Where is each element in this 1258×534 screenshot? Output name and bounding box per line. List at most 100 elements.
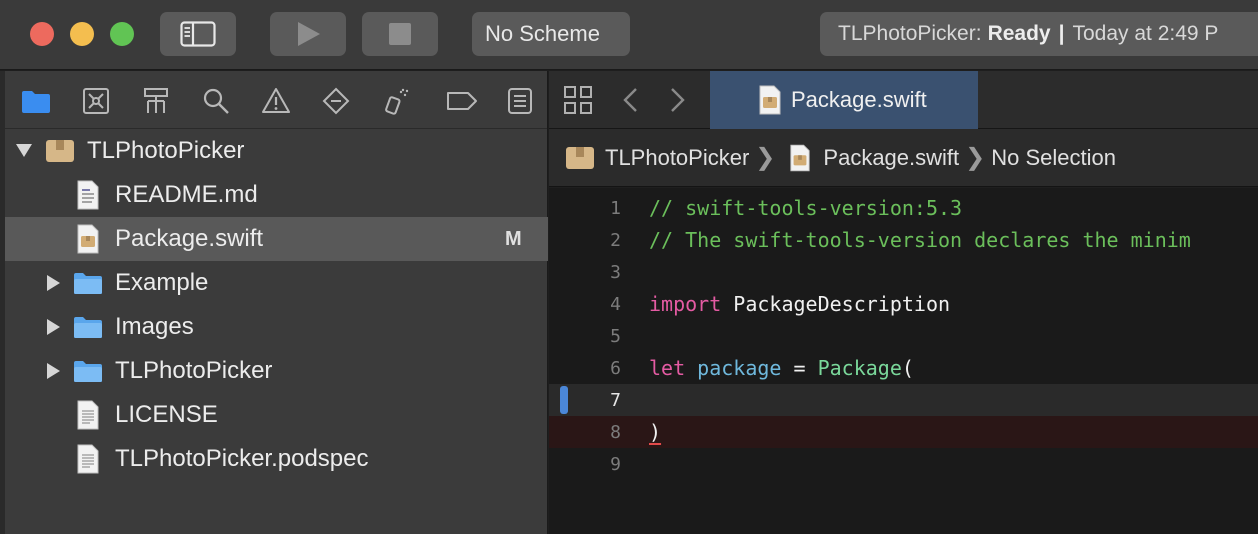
code-text: let package = Package( [649, 356, 914, 380]
tree-item-label: Example [115, 269, 209, 296]
chevron-left-icon[interactable] [619, 85, 643, 115]
tab-breakpoint-navigator[interactable] [445, 86, 479, 116]
package-icon [566, 146, 594, 169]
zoom-window-button[interactable] [110, 22, 134, 46]
code-line-error[interactable]: 8 ) [549, 416, 1258, 448]
minimize-window-button[interactable] [70, 22, 94, 46]
tree-row-tlphotopicker-folder[interactable]: TLPhotoPicker [5, 349, 548, 393]
code-area[interactable]: 1 // swift-tools-version:5.3 2 // The sw… [549, 188, 1258, 534]
source-control-icon [83, 88, 109, 114]
code-line[interactable]: 1 // swift-tools-version:5.3 [549, 192, 1258, 224]
folder-icon [22, 91, 50, 113]
code-keyword: let [649, 356, 686, 380]
stop-button[interactable] [362, 12, 438, 56]
toggle-navigator-button[interactable] [160, 12, 236, 56]
folder-icon [73, 312, 103, 342]
stop-icon [389, 23, 411, 45]
run-button[interactable] [270, 12, 346, 56]
test-spray-icon [385, 88, 409, 115]
disclosure-collapsed-icon[interactable] [45, 362, 63, 380]
report-list-icon [508, 88, 532, 114]
tab-symbol-navigator[interactable] [141, 86, 171, 116]
tab-find-navigator[interactable] [201, 86, 231, 116]
line-number: 6 [610, 357, 621, 379]
breadcrumb-file[interactable]: Package.swift [789, 144, 959, 172]
code-operator: = [781, 356, 818, 380]
sidebar-toggle-icon [180, 21, 216, 47]
window-toolbar: No Scheme TLPhotoPicker: Ready | Today a… [0, 0, 1258, 70]
modified-badge: M [505, 227, 522, 250]
code-line[interactable]: 6 let package = Package( [549, 352, 1258, 384]
code-line[interactable]: 2 // The swift-tools-version declares th… [549, 224, 1258, 256]
package-icon [45, 136, 75, 166]
tab-package-swift[interactable]: Package.swift [710, 71, 978, 129]
tree-row-readme[interactable]: README.md [5, 173, 548, 217]
code-line[interactable]: 9 [549, 448, 1258, 480]
chevron-right-icon[interactable] [665, 85, 689, 115]
chevron-right-icon: ❯ [965, 144, 986, 171]
tree-item-label: TLPhotoPicker [115, 357, 273, 384]
code-line[interactable]: 4 import PackageDescription [549, 288, 1258, 320]
tree-row-package-swift[interactable]: Package.swift M [5, 217, 548, 261]
close-window-button[interactable] [30, 22, 54, 46]
tree-item-label: Package.swift [115, 225, 264, 252]
code-line[interactable]: 3 [549, 256, 1258, 288]
line-number: 9 [610, 453, 621, 475]
source-editor: Package.swift TLPhotoPicker ❯ Package.sw… [549, 71, 1258, 534]
related-items-grid-icon[interactable] [563, 85, 593, 115]
breadcrumb-selection[interactable]: No Selection [991, 145, 1116, 171]
folder-icon [73, 356, 103, 386]
jump-bar: TLPhotoPicker ❯ Package.swift ❯ No Selec… [549, 129, 1258, 187]
tree-row-images[interactable]: Images [5, 305, 548, 349]
line-number: 8 [610, 421, 621, 443]
tab-debug-navigator[interactable] [381, 86, 411, 116]
tree-row-example[interactable]: Example [5, 261, 548, 305]
navigator-tab-bar [5, 71, 547, 129]
code-text: import PackageDescription [649, 292, 950, 316]
folder-icon [73, 268, 103, 298]
change-indicator [560, 386, 568, 414]
tab-test-navigator[interactable] [321, 86, 351, 116]
scheme-label: No Scheme [485, 21, 600, 46]
breadcrumb-selection-label: No Selection [991, 144, 1116, 170]
code-comment: // swift-tools-version:5.3 [649, 196, 963, 220]
warning-icon [262, 88, 290, 113]
disclosure-expanded-icon[interactable] [15, 142, 33, 160]
project-navigator: TLPhotoPicker README.md Package.swift M [0, 71, 548, 534]
tab-source-control[interactable] [81, 86, 111, 116]
swift-package-file-icon [790, 144, 811, 171]
code-plain: PackageDescription [721, 292, 951, 316]
status-time: Today at 2:49 P [1072, 22, 1219, 45]
tree-row-license[interactable]: LICENSE [5, 393, 548, 437]
line-number: 2 [610, 229, 621, 251]
disclosure-collapsed-icon[interactable] [45, 274, 63, 292]
tab-report-navigator[interactable] [505, 86, 535, 116]
breakpoint-diamond-icon [322, 87, 350, 115]
disclosure-collapsed-icon[interactable] [45, 318, 63, 336]
symbol-hierarchy-icon [144, 88, 168, 113]
status-project: TLPhotoPicker: [838, 22, 982, 45]
code-line-current[interactable]: 7 [549, 384, 1258, 416]
tree-item-label: TLPhotoPicker.podspec [115, 445, 369, 472]
breadcrumb-project[interactable]: TLPhotoPicker [565, 145, 749, 171]
line-number: 1 [610, 197, 621, 219]
code-keyword: import [649, 292, 722, 316]
swift-package-file-icon [759, 85, 781, 115]
line-number: 7 [610, 389, 621, 411]
activity-status: TLPhotoPicker: Ready | Today at 2:49 P [820, 12, 1258, 56]
scheme-selector[interactable]: No Scheme [472, 12, 630, 56]
tab-issue-navigator[interactable] [261, 86, 291, 116]
text-file-icon [73, 444, 103, 474]
code-identifier: package [697, 356, 782, 380]
tab-project-navigator[interactable] [21, 86, 51, 116]
tree-row-podspec[interactable]: TLPhotoPicker.podspec [5, 437, 548, 481]
code-type: Package [817, 356, 902, 380]
swift-package-file-icon [73, 224, 103, 254]
tree-item-label: Images [115, 313, 194, 340]
line-number: 3 [610, 261, 621, 283]
breadcrumb-file-label: Package.swift [823, 144, 960, 170]
line-number: 4 [610, 293, 621, 315]
markdown-file-icon [73, 180, 103, 210]
code-line[interactable]: 5 [549, 320, 1258, 352]
tree-row-package-root[interactable]: TLPhotoPicker [5, 129, 548, 173]
